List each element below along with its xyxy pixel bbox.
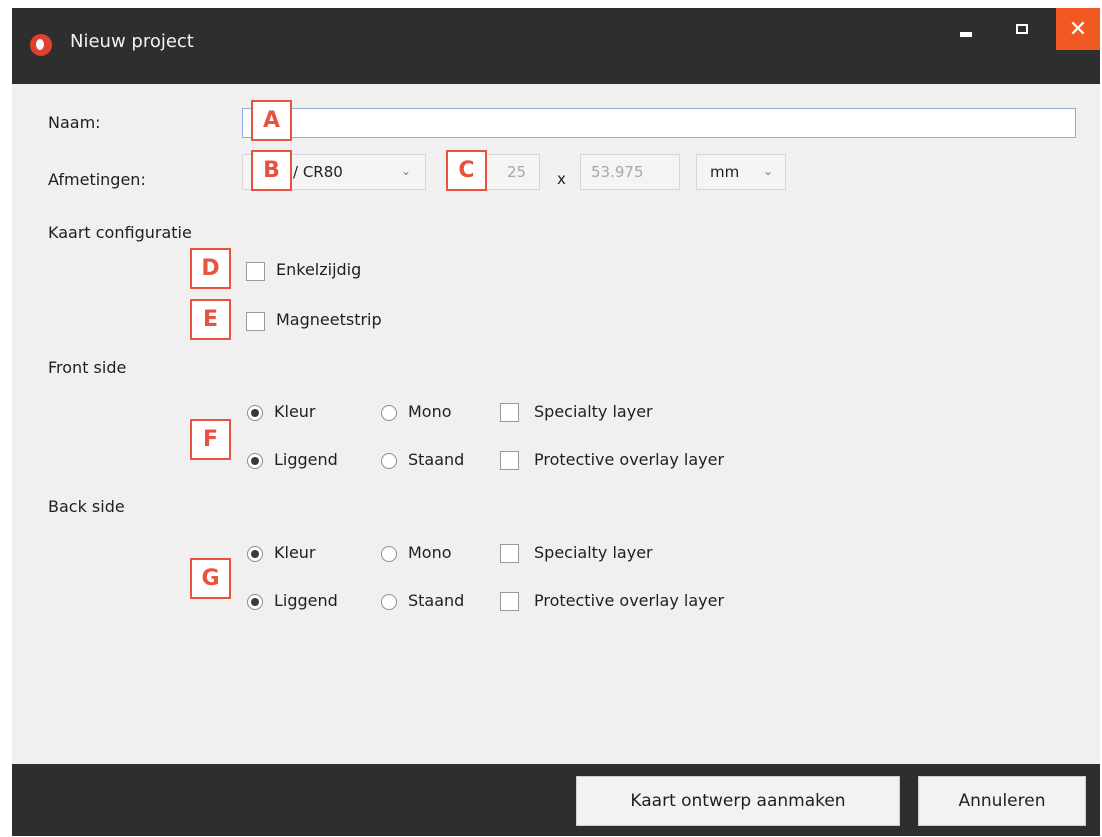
maximize-button[interactable] [1002, 8, 1042, 50]
minimize-button[interactable] [946, 8, 986, 50]
back-mono-label: Mono [408, 543, 452, 562]
times-symbol: x [557, 170, 566, 188]
app-logo-icon [30, 34, 52, 56]
name-label: Naam: [48, 113, 101, 132]
marker-e: E [190, 299, 231, 340]
width-value: 25 [507, 163, 527, 181]
front-side-heading: Front side [48, 358, 127, 377]
front-mono-label: Mono [408, 402, 452, 421]
back-specialty-checkbox[interactable] [500, 544, 519, 563]
back-landscape-label: Liggend [274, 591, 338, 610]
dimensions-label: Afmetingen: [48, 170, 146, 189]
single-sided-label: Enkelzijdig [276, 260, 362, 279]
front-portrait-label: Staand [408, 450, 465, 469]
back-color-label: Kleur [274, 543, 316, 562]
magnetic-stripe-checkbox[interactable] [246, 312, 265, 331]
front-specialty-label: Specialty layer [534, 402, 653, 421]
front-portrait-radio[interactable] [381, 453, 397, 469]
front-overlay-label: Protective overlay layer [534, 450, 725, 469]
window-title: Nieuw project [70, 31, 194, 52]
front-color-label: Kleur [274, 402, 316, 421]
front-color-radio[interactable] [247, 405, 263, 421]
close-icon: ✕ [1068, 16, 1088, 42]
marker-b: B [251, 150, 292, 191]
cancel-button[interactable]: Annuleren [918, 776, 1086, 826]
chevron-down-icon: ⌄ [401, 164, 412, 178]
chevron-down-icon: ⌄ [763, 164, 774, 178]
back-portrait-radio[interactable] [381, 594, 397, 610]
dialog-footer: Kaart ontwerp aanmaken Annuleren [12, 764, 1100, 836]
height-input[interactable]: 53.975 [580, 154, 680, 190]
front-overlay-checkbox[interactable] [500, 451, 519, 470]
maximize-icon [1016, 24, 1028, 34]
back-mono-radio[interactable] [381, 546, 397, 562]
marker-a: A [251, 100, 292, 141]
card-size-value: / CR80 [293, 163, 343, 181]
back-color-radio[interactable] [247, 546, 263, 562]
back-overlay-label: Protective overlay layer [534, 591, 725, 610]
title-bar[interactable]: Nieuw project ✕ [12, 8, 1100, 84]
name-input[interactable] [242, 108, 1076, 138]
close-button[interactable]: ✕ [1056, 8, 1100, 50]
dialog-body: Naam: Afmetingen: / CR80 ⌄ 25 x 53.975 m… [12, 84, 1100, 764]
unit-value: mm [710, 163, 740, 181]
front-landscape-radio[interactable] [247, 453, 263, 469]
height-value: 53.975 [591, 163, 644, 181]
front-specialty-checkbox[interactable] [500, 403, 519, 422]
back-portrait-label: Staand [408, 591, 465, 610]
front-mono-radio[interactable] [381, 405, 397, 421]
dialog-window: Nieuw project ✕ Naam: Afmetingen: / CR80… [12, 8, 1100, 836]
minimize-icon [960, 31, 972, 37]
marker-d: D [190, 248, 231, 289]
back-side-heading: Back side [48, 497, 125, 516]
marker-c: C [446, 150, 487, 191]
marker-g: G [190, 558, 231, 599]
back-landscape-radio[interactable] [247, 594, 263, 610]
back-specialty-label: Specialty layer [534, 543, 653, 562]
front-landscape-label: Liggend [274, 450, 338, 469]
back-overlay-checkbox[interactable] [500, 592, 519, 611]
unit-select[interactable]: mm ⌄ [696, 154, 786, 190]
create-card-design-button[interactable]: Kaart ontwerp aanmaken [576, 776, 900, 826]
magnetic-stripe-label: Magneetstrip [276, 310, 382, 329]
single-sided-checkbox[interactable] [246, 262, 265, 281]
card-config-heading: Kaart configuratie [48, 223, 192, 242]
marker-f: F [190, 419, 231, 460]
